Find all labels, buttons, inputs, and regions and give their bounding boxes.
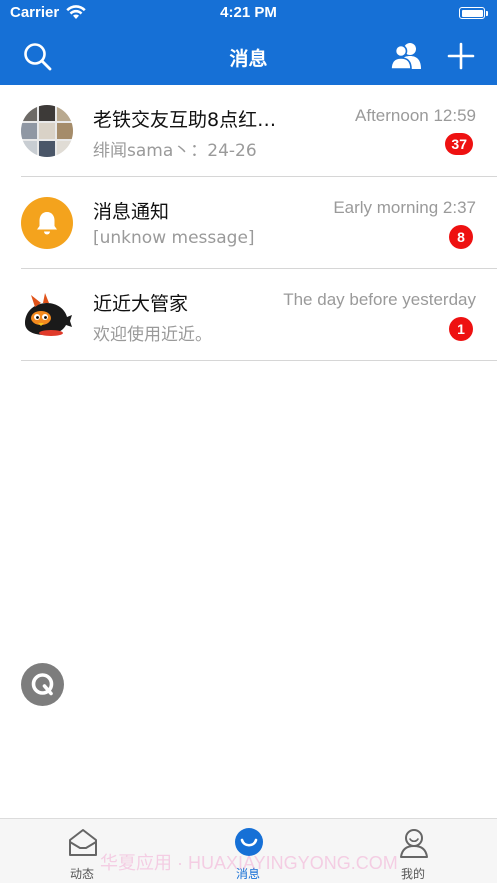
tab-label: 我的 [400, 867, 425, 881]
tab-bar: 动态 消息 我的 华夏应用 · HUAXIAYINGYONG.COM [0, 818, 497, 883]
status-bar: Carrier 4:21 PM [0, 0, 497, 28]
tab-messages[interactable]: 消息 [188, 819, 308, 883]
tab-feed[interactable]: 动态 [22, 819, 142, 883]
page-title: 消息 [229, 48, 268, 70]
conversation-row[interactable]: 近近大管家 The day before yesterday 欢迎使用近近。 1 [0, 269, 497, 361]
bird-mascot-avatar [21, 289, 73, 341]
conversation-preview: 欢迎使用近近。 [93, 325, 212, 345]
chat-bubble-icon [233, 827, 265, 859]
conversation-time: The day before yesterday [283, 290, 476, 309]
group-avatar [21, 105, 73, 157]
inbox-icon [67, 827, 99, 859]
tab-label: 动态 [69, 867, 94, 881]
conversation-title: 消息通知 [93, 201, 170, 223]
conversation-preview: 绯闻sama丶：24-26 [93, 141, 257, 161]
q-logo-icon [31, 673, 54, 696]
conversation-row[interactable]: 消息通知 Early morning 2:37 [unknow message]… [0, 177, 497, 269]
conversation-title: 近近大管家 [93, 293, 189, 315]
conversation-preview: [unknow message] [93, 228, 255, 248]
unread-badge: 1 [449, 317, 473, 341]
status-time: 4:21 PM [220, 4, 277, 21]
tab-label: 消息 [235, 867, 260, 881]
tab-profile[interactable]: 我的 [353, 819, 473, 883]
conversation-title: 老铁交友互助8点红… [93, 109, 277, 131]
conversation-time: Afternoon 12:59 [355, 106, 476, 125]
bell-icon [37, 212, 57, 235]
notification-avatar [21, 197, 73, 249]
unread-badge: 37 [445, 133, 473, 155]
app-header: Carrier 4:21 PM 消息 [0, 0, 497, 85]
conversation-row[interactable]: 老铁交友互助8点红… Afternoon 12:59 绯闻sama丶：24-26… [0, 85, 497, 177]
floating-q-button[interactable] [21, 663, 64, 706]
nav-bar: 消息 [0, 28, 497, 85]
battery-icon [459, 7, 485, 19]
conversation-list: 老铁交友互助8点红… Afternoon 12:59 绯闻sama丶：24-26… [0, 85, 497, 361]
person-icon [398, 827, 430, 859]
plus-icon[interactable] [446, 41, 476, 71]
conversation-time: Early morning 2:37 [333, 198, 476, 217]
contacts-icon[interactable] [390, 40, 422, 72]
battery-tip [486, 11, 488, 16]
unread-badge: 8 [449, 225, 473, 249]
